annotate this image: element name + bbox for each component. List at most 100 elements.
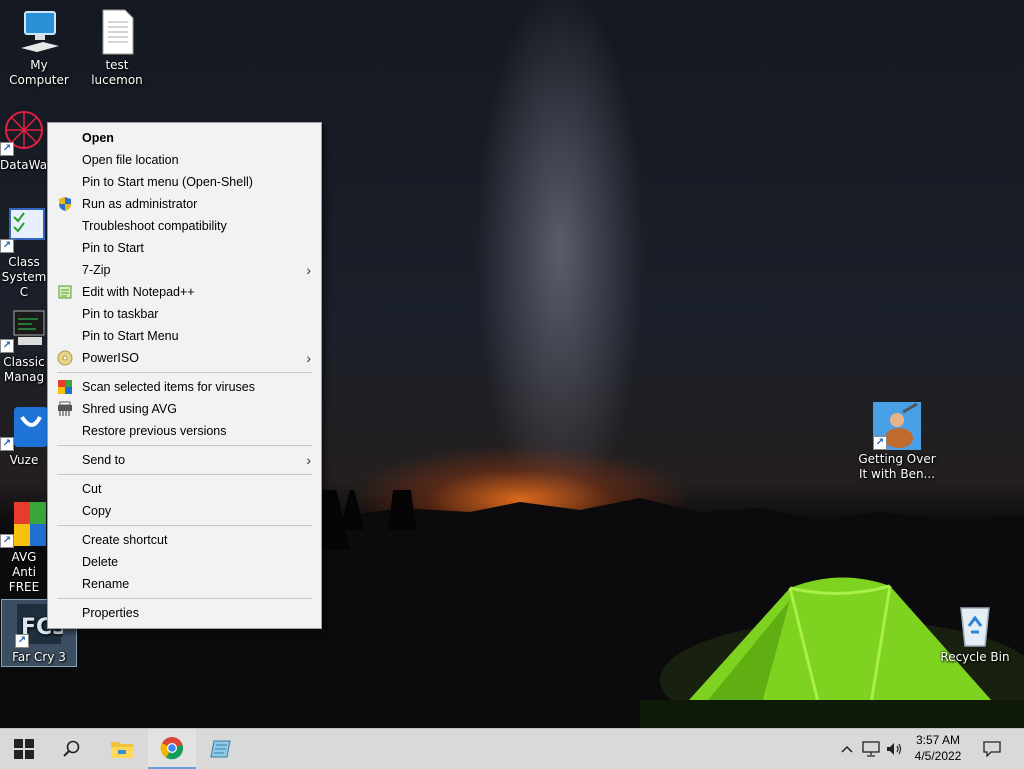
desktop-icon-datawag[interactable]: ↗ DataWag [0, 108, 55, 173]
desktop-icon-label: AVG Anti FREE [8, 550, 40, 594]
menu-item-open[interactable]: Open [48, 127, 321, 149]
desktop-icon-test-lucemon[interactable]: test lucemon [78, 8, 156, 88]
menu-item-label: Pin to Start [82, 241, 144, 255]
poweriso-disc-icon [57, 350, 73, 366]
desktop-icon-label: Far Cry 3 [12, 650, 66, 664]
shortcut-arrow-icon: ↗ [873, 436, 887, 450]
desktop-icon-label: Getting Over It with Ben... [858, 452, 936, 481]
menu-item-run-as-administrator[interactable]: Run as administrator [48, 193, 321, 215]
desktop-icon-getting-over-it[interactable]: ↗ Getting Over It with Ben... [856, 402, 938, 482]
menu-item-properties[interactable]: Properties [48, 602, 321, 624]
getting-over-it-icon: ↗ [873, 402, 921, 450]
menu-item-label: Delete [82, 555, 119, 569]
menu-item-send-to[interactable]: Send to › [48, 449, 321, 471]
menu-item-label: Properties [82, 606, 139, 620]
chevron-right-icon: › [306, 262, 311, 278]
desktop-icon-label: Class System C [1, 255, 47, 299]
menu-item-pin-to-start[interactable]: Pin to Start [48, 237, 321, 259]
menu-item-label: Troubleshoot compatibility [82, 219, 227, 233]
menu-item-label: PowerISO [82, 351, 139, 365]
menu-item-pin-to-start-open-shell[interactable]: Pin to Start menu (Open-Shell) [48, 171, 321, 193]
shortcut-arrow-icon: ↗ [0, 437, 14, 451]
desktop-icon-my-computer[interactable]: My Computer [0, 8, 78, 88]
network-button[interactable] [860, 729, 882, 769]
taskbar-file-explorer[interactable] [98, 729, 146, 769]
windows-start-icon [14, 739, 34, 759]
menu-item-label: Pin to Start menu (Open-Shell) [82, 175, 253, 189]
avg-icon: ↗ [0, 500, 48, 548]
shredder-icon [57, 401, 73, 417]
volume-button[interactable] [884, 729, 906, 769]
menu-item-label: Scan selected items for viruses [82, 380, 255, 394]
menu-item-label: Run as administrator [82, 197, 198, 211]
menu-item-restore-previous-versions[interactable]: Restore previous versions [48, 420, 321, 442]
menu-item-label: Edit with Notepad++ [82, 285, 195, 299]
shortcut-arrow-icon: ↗ [0, 142, 14, 156]
menu-item-rename[interactable]: Rename [48, 573, 321, 595]
avg-scan-icon [57, 379, 73, 395]
desktop-icon-label: Classic Manag [3, 355, 45, 384]
menu-separator [57, 525, 312, 526]
search-icon [63, 740, 80, 757]
menu-item-scan-for-viruses[interactable]: Scan selected items for viruses [48, 376, 321, 398]
desktop-icon-recycle-bin[interactable]: Recycle Bin [936, 600, 1014, 665]
computer-icon [15, 8, 63, 56]
menu-item-label: Rename [82, 577, 130, 591]
menu-item-label: 7-Zip [82, 263, 111, 277]
volume-icon [887, 743, 902, 755]
desktop-icon-avg-antivirus[interactable]: ↗ AVG Anti FREE [0, 500, 48, 595]
action-center-button[interactable] [978, 729, 1006, 769]
menu-item-label: Restore previous versions [82, 424, 227, 438]
context-menu: Open Open file location Pin to Start men… [47, 122, 322, 629]
search-button[interactable] [48, 729, 96, 769]
menu-item-label: Cut [82, 482, 102, 496]
tray-overflow-button[interactable] [838, 729, 856, 769]
computer-management-icon: ↗ [0, 305, 48, 353]
clock-date: 4/5/2022 [914, 749, 962, 763]
desktop-icon-classic-manager[interactable]: ↗ Classic Manag [0, 305, 48, 385]
menu-item-label: Open file location [82, 153, 179, 167]
menu-item-delete[interactable]: Delete [48, 551, 321, 573]
vuze-icon: ↗ [0, 403, 48, 451]
desktop-icon-class-system[interactable]: ↗ Class System C [0, 205, 48, 300]
menu-item-label: Create shortcut [82, 533, 168, 547]
clock-time: 3:57 AM [915, 733, 961, 747]
start-button[interactable] [0, 729, 48, 769]
menu-separator [57, 474, 312, 475]
shortcut-arrow-icon: ↗ [0, 239, 14, 253]
notification-icon [983, 741, 1001, 757]
desktop-icon-label: test lucemon [91, 58, 143, 87]
desktop-icon-label: My Computer [9, 58, 69, 87]
uac-shield-icon [57, 196, 73, 212]
menu-item-edit-with-notepad-plus-plus[interactable]: Edit with Notepad++ [48, 281, 321, 303]
menu-separator [57, 598, 312, 599]
chevron-right-icon: › [306, 452, 311, 468]
network-icon [862, 741, 880, 757]
shortcut-arrow-icon: ↗ [0, 534, 14, 548]
file-explorer-icon [111, 742, 133, 758]
menu-item-shred-using-avg[interactable]: Shred using AVG [48, 398, 321, 420]
menu-item-troubleshoot-compatibility[interactable]: Troubleshoot compatibility [48, 215, 321, 237]
menu-item-pin-to-taskbar[interactable]: Pin to taskbar [48, 303, 321, 325]
menu-item-label: Pin to Start Menu [82, 329, 179, 343]
chevron-up-icon [841, 745, 853, 753]
menu-item-label: Copy [82, 504, 112, 518]
menu-item-create-shortcut[interactable]: Create shortcut [48, 529, 321, 551]
desktop-icon-label: Vuze [9, 453, 39, 467]
menu-item-7zip[interactable]: 7-Zip › [48, 259, 321, 281]
chrome-icon [160, 737, 184, 760]
shortcut-arrow-icon: ↗ [15, 634, 29, 648]
menu-item-poweriso[interactable]: PowerISO › [48, 347, 321, 369]
taskbar: 3:57 AM 4/5/2022 [0, 728, 1024, 769]
system-control-icon: ↗ [0, 205, 48, 253]
taskbar-chrome[interactable] [148, 729, 196, 769]
desktop-icon-vuze[interactable]: ↗ Vuze [0, 403, 48, 468]
menu-item-cut[interactable]: Cut [48, 478, 321, 500]
taskbar-notepad[interactable] [198, 729, 246, 769]
menu-item-label: Open [82, 131, 114, 145]
clock[interactable]: 3:57 AM 4/5/2022 [906, 732, 970, 764]
recycle-bin-icon [951, 600, 999, 648]
menu-item-open-file-location[interactable]: Open file location [48, 149, 321, 171]
menu-item-pin-to-start-menu[interactable]: Pin to Start Menu [48, 325, 321, 347]
menu-item-copy[interactable]: Copy [48, 500, 321, 522]
